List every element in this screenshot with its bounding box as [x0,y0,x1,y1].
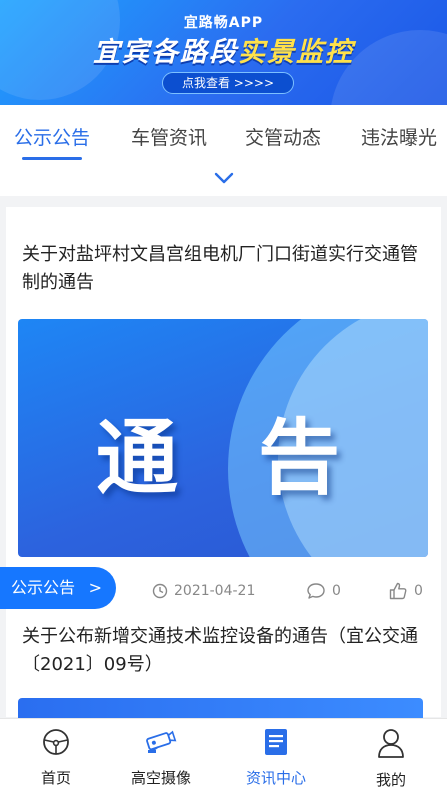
category-tabs: 公示公告 车管资讯 交管动态 违法曝光 [0,105,447,163]
document-icon [265,729,287,755]
active-tab-indicator [22,157,82,160]
nav-home[interactable]: 首页 [0,719,112,795]
nav-camera[interactable]: 高空摄像 [105,719,217,795]
nav-profile[interactable]: 我的 [335,719,447,795]
banner-title-prefix: 宜宾各路段 [93,37,238,68]
clock-icon [152,583,168,599]
article-title[interactable]: 关于公布新增交通技术监控设备的通告（宜公交通〔2021〕09号） [22,623,427,679]
article-card[interactable]: 关于对盐坪村文昌宫组电机厂门口街道实行交通管制的通告 通 告 2021-04-2… [6,207,441,717]
steering-wheel-icon [43,729,69,755]
tab-announcements[interactable]: 公示公告 [14,123,90,150]
user-icon [378,729,404,758]
article-title[interactable]: 关于对盐坪村文昌宫组电机厂门口街道实行交通管制的通告 [22,241,427,297]
thumbs-up-icon [389,582,407,600]
like-button[interactable]: 0 [388,577,423,605]
tab-traffic-updates[interactable]: 交管动态 [245,123,321,150]
comment-button[interactable]: 0 [306,577,341,605]
nav-news-center-label: 资讯中心 [245,769,306,787]
tab-vehicle-news[interactable]: 车管资讯 [131,123,207,150]
app-screen: 宜路畅APP 宜宾各路段实景监控 点我查看 >>>> 公示公告 车管资讯 交管动… [0,0,447,795]
banner-app-name: 宜路畅APP [183,15,264,31]
promo-banner[interactable]: 宜路畅APP 宜宾各路段实景监控 点我查看 >>>> [0,0,447,105]
category-pill[interactable]: 公示公告 > [0,567,116,609]
banner-view-button[interactable]: 点我查看 >>>> [162,72,294,94]
camera-icon [146,730,177,753]
article-image[interactable]: 通 告 [18,319,428,557]
nav-news-center[interactable]: 资讯中心 [220,719,332,795]
image-word: 通 [96,411,179,506]
article-date-text: 2021-04-21 [174,583,256,599]
article-date: 2021-04-21 [152,577,255,605]
category-pill-label: 公示公告 [11,578,76,597]
nav-camera-label: 高空摄像 [130,769,191,787]
image-word: 告 [258,411,341,506]
comment-icon [307,583,325,599]
chevron-right-icon: > [88,578,102,597]
like-count: 0 [414,583,423,599]
comment-count: 0 [332,583,341,599]
bottom-nav: 首页 高空摄像 资讯中心 我的 [0,718,447,795]
chevron-down-icon [214,172,234,184]
expand-tabs-button[interactable] [0,163,447,196]
nav-profile-label: 我的 [375,771,406,789]
nav-home-label: 首页 [40,769,71,787]
banner-title: 宜宾各路段实景监控 [0,30,447,69]
banner-title-highlight: 实景监控 [238,37,354,68]
tab-violations[interactable]: 违法曝光 [361,123,437,150]
